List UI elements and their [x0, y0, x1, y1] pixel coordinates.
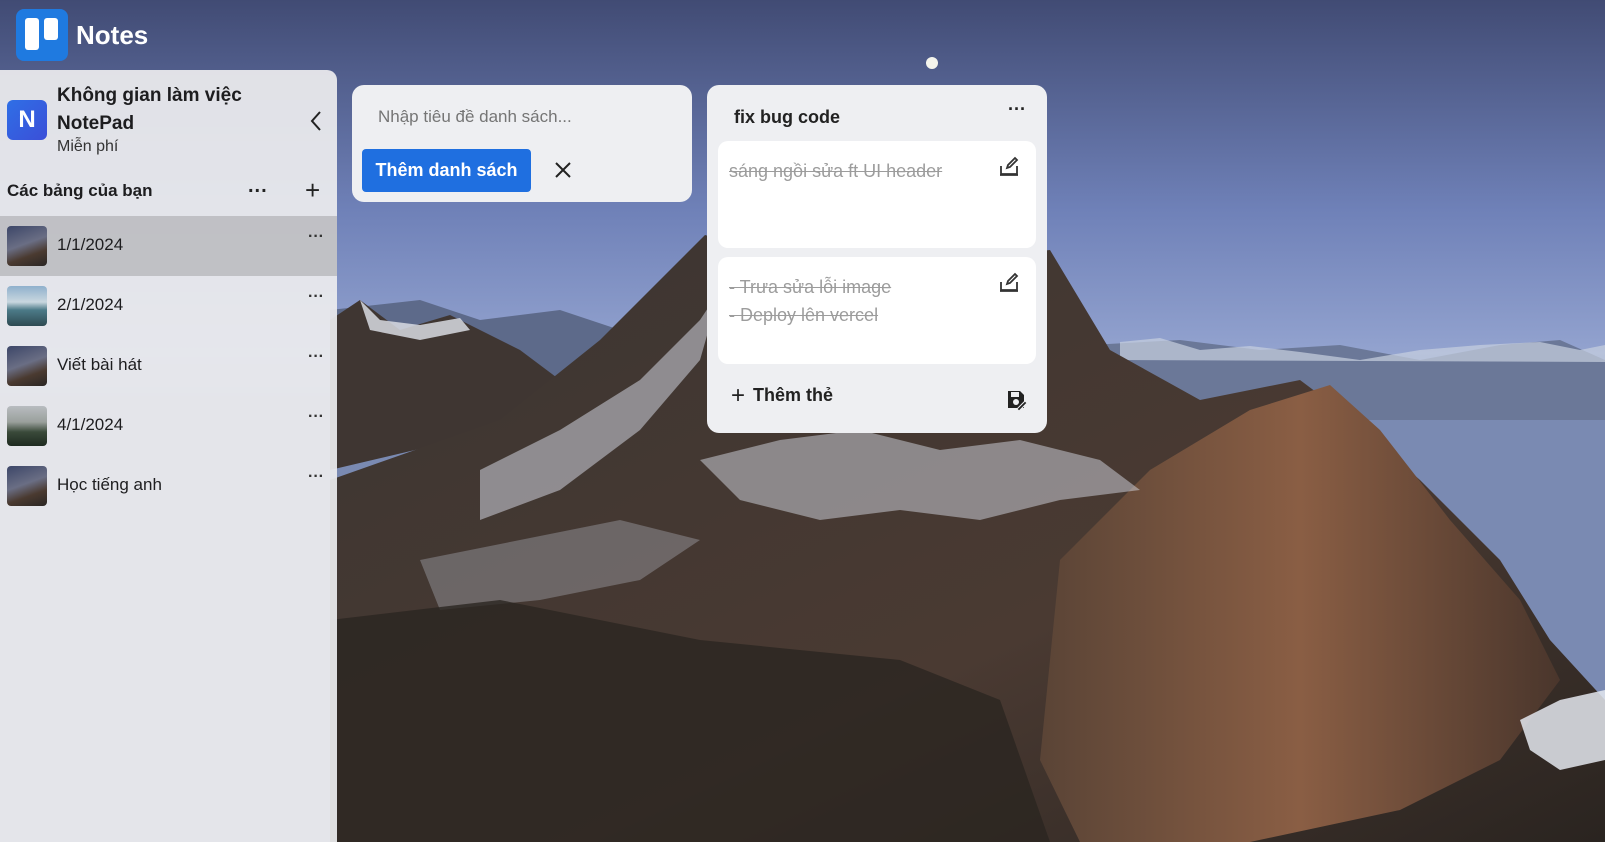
card-text: sáng ngồi sửa ft UI header [729, 161, 943, 181]
workspace-header: N Không gian làm việc NotePad Miễn phí [0, 70, 337, 190]
add-card-label: Thêm thẻ [753, 385, 834, 405]
board-item[interactable]: 4/1/2024 ··· [0, 396, 337, 456]
app-logo-icon[interactable] [16, 9, 68, 61]
board-thumbnail [7, 226, 47, 266]
edit-icon[interactable] [997, 270, 1021, 294]
plus-icon: + [731, 381, 746, 409]
close-icon [555, 162, 571, 178]
top-bar: Notes [0, 0, 1605, 70]
add-board-button[interactable]: + [305, 177, 320, 203]
list-title-input[interactable] [378, 107, 668, 127]
list-column: fix bug code ··· sáng ngồi sửa ft UI hea… [707, 85, 1047, 433]
add-card-button[interactable]: + Thêm thẻ [731, 381, 834, 409]
card[interactable]: sáng ngồi sửa ft UI header [718, 141, 1036, 248]
board-label: Viết bài hát [57, 355, 142, 374]
boards-more-button[interactable]: ... [248, 175, 268, 198]
workspace-plan: Miễn phí [57, 138, 119, 155]
close-add-list-button[interactable] [548, 155, 578, 185]
board-thumbnail [7, 346, 47, 386]
list-title[interactable]: fix bug code [734, 107, 840, 128]
board-more-button[interactable]: ··· [308, 288, 324, 306]
board-label: 1/1/2024 [57, 235, 124, 254]
board-more-button[interactable]: ··· [308, 228, 324, 246]
boards-header: Các bảng của bạn ... + [0, 175, 337, 211]
save-icon[interactable] [1004, 388, 1028, 412]
board-item[interactable]: 2/1/2024 ··· [0, 276, 337, 336]
board-thumbnail [7, 406, 47, 446]
board-item[interactable]: Học tiếng anh ··· [0, 456, 337, 516]
workspace-name: Không gian làm việc NotePad [57, 85, 242, 134]
boards-title: Các bảng của bạn [7, 181, 153, 200]
add-list-button[interactable]: Thêm danh sách [362, 149, 531, 192]
card[interactable]: - Trưa sửa lỗi image - Deploy lên vercel [718, 257, 1036, 364]
board-more-button[interactable]: ··· [308, 348, 324, 366]
board-more-button[interactable]: ··· [308, 408, 324, 426]
board-label: 2/1/2024 [57, 295, 124, 314]
board-list: 1/1/2024 ··· 2/1/2024 ··· Viết bài hát ·… [0, 216, 337, 516]
collapse-sidebar-button[interactable] [304, 106, 328, 136]
sidebar: N Không gian làm việc NotePad Miễn phí C… [0, 70, 337, 842]
card-text: - Trưa sửa lỗi image - Deploy lên vercel [729, 277, 892, 325]
board-item[interactable]: 1/1/2024 ··· [0, 216, 337, 276]
list-more-button[interactable]: ··· [1008, 99, 1026, 120]
workspace-avatar: N [7, 100, 47, 140]
edit-icon[interactable] [997, 154, 1021, 178]
app-title: Notes [76, 19, 149, 50]
add-list-panel: Thêm danh sách [352, 85, 692, 202]
board-thumbnail [7, 466, 47, 506]
chevron-left-icon [310, 111, 321, 131]
board-label: 4/1/2024 [57, 415, 124, 434]
board-more-button[interactable]: ··· [308, 468, 324, 486]
board-thumbnail [7, 286, 47, 326]
board-item[interactable]: Viết bài hát ··· [0, 336, 337, 396]
board-label: Học tiếng anh [57, 475, 162, 494]
